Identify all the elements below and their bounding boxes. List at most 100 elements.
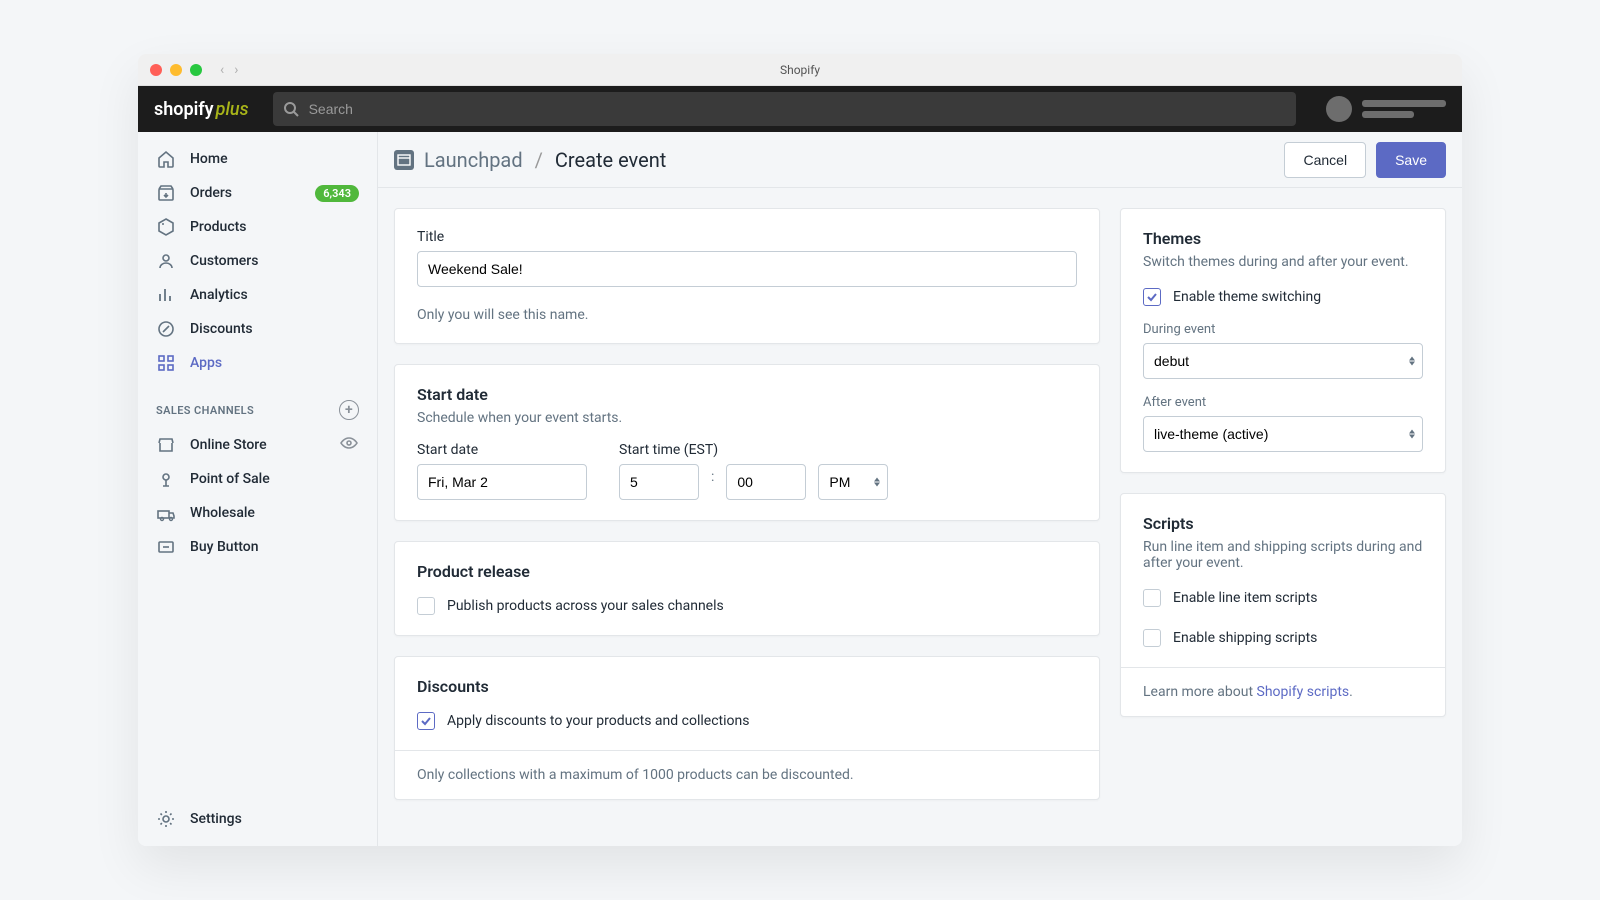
- learn-more-text: Learn more about Shopify scripts.: [1143, 684, 1353, 700]
- home-icon: [156, 149, 176, 169]
- after-event-label: After event: [1143, 395, 1423, 410]
- save-button[interactable]: Save: [1376, 142, 1446, 178]
- sidebar-item-label: Home: [190, 151, 359, 167]
- analytics-icon: [156, 285, 176, 305]
- customers-icon: [156, 251, 176, 271]
- themes-sub: Switch themes during and after your even…: [1143, 254, 1423, 270]
- during-event-label: During event: [1143, 322, 1423, 337]
- history-nav: ‹ ›: [220, 62, 238, 78]
- breadcrumb-parent[interactable]: Launchpad: [424, 148, 523, 172]
- channel-label: Point of Sale: [190, 471, 359, 487]
- title-input[interactable]: [417, 251, 1077, 287]
- sidebar-item-label: Customers: [190, 253, 359, 269]
- sidebar-item-settings[interactable]: Settings: [138, 802, 377, 836]
- window-title: Shopify: [780, 63, 820, 77]
- main-area: Launchpad / Create event Cancel Save Tit…: [378, 132, 1462, 846]
- minimize-window-button[interactable]: [170, 64, 182, 76]
- sidebar-item-apps[interactable]: Apps: [138, 346, 377, 380]
- sidebar-item-label: Apps: [190, 355, 359, 371]
- user-name-placeholder: [1362, 100, 1446, 118]
- orders-icon: [156, 183, 176, 203]
- close-window-button[interactable]: [150, 64, 162, 76]
- enable-line-item-scripts-checkbox[interactable]: [1143, 589, 1161, 607]
- themes-heading: Themes: [1143, 229, 1423, 248]
- sidebar-item-discounts[interactable]: Discounts: [138, 312, 377, 346]
- sidebar-channel-online-store[interactable]: Online Store: [138, 428, 377, 462]
- discounts-note: Only collections with a maximum of 1000 …: [417, 767, 854, 783]
- settings-label: Settings: [190, 811, 359, 827]
- time-label: Start time (EST): [619, 442, 888, 458]
- topbar: shopifyplus: [138, 86, 1462, 132]
- discounts-card: Discounts Apply discounts to your produc…: [394, 656, 1100, 800]
- sidebar-channel-buy-button[interactable]: Buy Button: [138, 530, 377, 564]
- sidebar-item-orders[interactable]: Orders 6,343: [138, 176, 377, 210]
- ampm-select[interactable]: [818, 464, 888, 500]
- time-colon: :: [711, 469, 714, 495]
- breadcrumb: Launchpad / Create event: [424, 148, 666, 172]
- channel-label: Online Store: [190, 437, 325, 453]
- scripts-sub: Run line item and shipping scripts durin…: [1143, 539, 1423, 571]
- channel-label: Buy Button: [190, 539, 359, 555]
- sidebar: Home Orders 6,343 Products Customers: [138, 132, 378, 846]
- user-menu[interactable]: [1326, 96, 1446, 122]
- apps-icon: [156, 353, 176, 373]
- date-label: Start date: [417, 442, 587, 458]
- scripts-card: Scripts Run line item and shipping scrip…: [1120, 493, 1446, 717]
- gear-icon: [156, 809, 176, 829]
- start-date-heading: Start date: [417, 385, 1077, 404]
- product-release-heading: Product release: [417, 562, 1077, 581]
- sidebar-item-customers[interactable]: Customers: [138, 244, 377, 278]
- traffic-lights: [150, 64, 202, 76]
- avatar: [1326, 96, 1352, 122]
- buy-button-icon: [156, 537, 176, 557]
- app-window: ‹ › Shopify shopifyplus Home: [138, 54, 1462, 846]
- start-date-input[interactable]: [417, 464, 587, 500]
- pos-icon: [156, 469, 176, 489]
- breadcrumb-separator: /: [535, 148, 543, 172]
- sidebar-channel-wholesale[interactable]: Wholesale: [138, 496, 377, 530]
- enable-shipping-scripts-label: Enable shipping scripts: [1173, 630, 1317, 646]
- scripts-heading: Scripts: [1143, 514, 1423, 533]
- sidebar-item-label: Discounts: [190, 321, 359, 337]
- sidebar-channel-pos[interactable]: Point of Sale: [138, 462, 377, 496]
- brand-logo[interactable]: shopifyplus: [154, 99, 249, 120]
- sidebar-item-label: Orders: [190, 185, 301, 201]
- sidebar-item-home[interactable]: Home: [138, 142, 377, 176]
- themes-card: Themes Switch themes during and after yo…: [1120, 208, 1446, 473]
- sidebar-item-label: Products: [190, 219, 359, 235]
- start-hour-input[interactable]: [619, 464, 699, 500]
- search-input[interactable]: [273, 92, 1296, 126]
- enable-line-item-scripts-label: Enable line item scripts: [1173, 590, 1317, 606]
- apply-discounts-checkbox[interactable]: [417, 712, 435, 730]
- page-title: Create event: [555, 148, 666, 172]
- wholesale-icon: [156, 503, 176, 523]
- search-wrapper: [273, 92, 1296, 126]
- content-scroll[interactable]: Title Only you will see this name. Start…: [378, 188, 1462, 846]
- enable-theme-switching-checkbox[interactable]: [1143, 288, 1161, 306]
- shopify-scripts-link[interactable]: Shopify scripts: [1257, 684, 1350, 700]
- title-note: Only you will see this name.: [417, 307, 1077, 323]
- after-event-select[interactable]: [1143, 416, 1423, 452]
- back-icon[interactable]: ‹: [220, 62, 224, 78]
- page-header: Launchpad / Create event Cancel Save: [378, 132, 1462, 188]
- sidebar-item-analytics[interactable]: Analytics: [138, 278, 377, 312]
- start-date-card: Start date Schedule when your event star…: [394, 364, 1100, 521]
- enable-shipping-scripts-checkbox[interactable]: [1143, 629, 1161, 647]
- add-channel-button[interactable]: +: [339, 400, 359, 420]
- maximize-window-button[interactable]: [190, 64, 202, 76]
- title-card: Title Only you will see this name.: [394, 208, 1100, 344]
- during-event-select[interactable]: [1143, 343, 1423, 379]
- sidebar-item-label: Analytics: [190, 287, 359, 303]
- view-store-icon[interactable]: [339, 433, 359, 457]
- discounts-heading: Discounts: [417, 677, 1077, 696]
- publish-products-checkbox[interactable]: [417, 597, 435, 615]
- forward-icon[interactable]: ›: [234, 62, 238, 78]
- apply-discounts-label: Apply discounts to your products and col…: [447, 713, 749, 729]
- start-minute-input[interactable]: [726, 464, 806, 500]
- cancel-button[interactable]: Cancel: [1284, 142, 1366, 178]
- start-date-sub: Schedule when your event starts.: [417, 410, 1077, 426]
- channel-label: Wholesale: [190, 505, 359, 521]
- sales-channels-heading: SALES CHANNELS +: [138, 380, 377, 428]
- sidebar-item-products[interactable]: Products: [138, 210, 377, 244]
- enable-theme-switching-label: Enable theme switching: [1173, 289, 1321, 305]
